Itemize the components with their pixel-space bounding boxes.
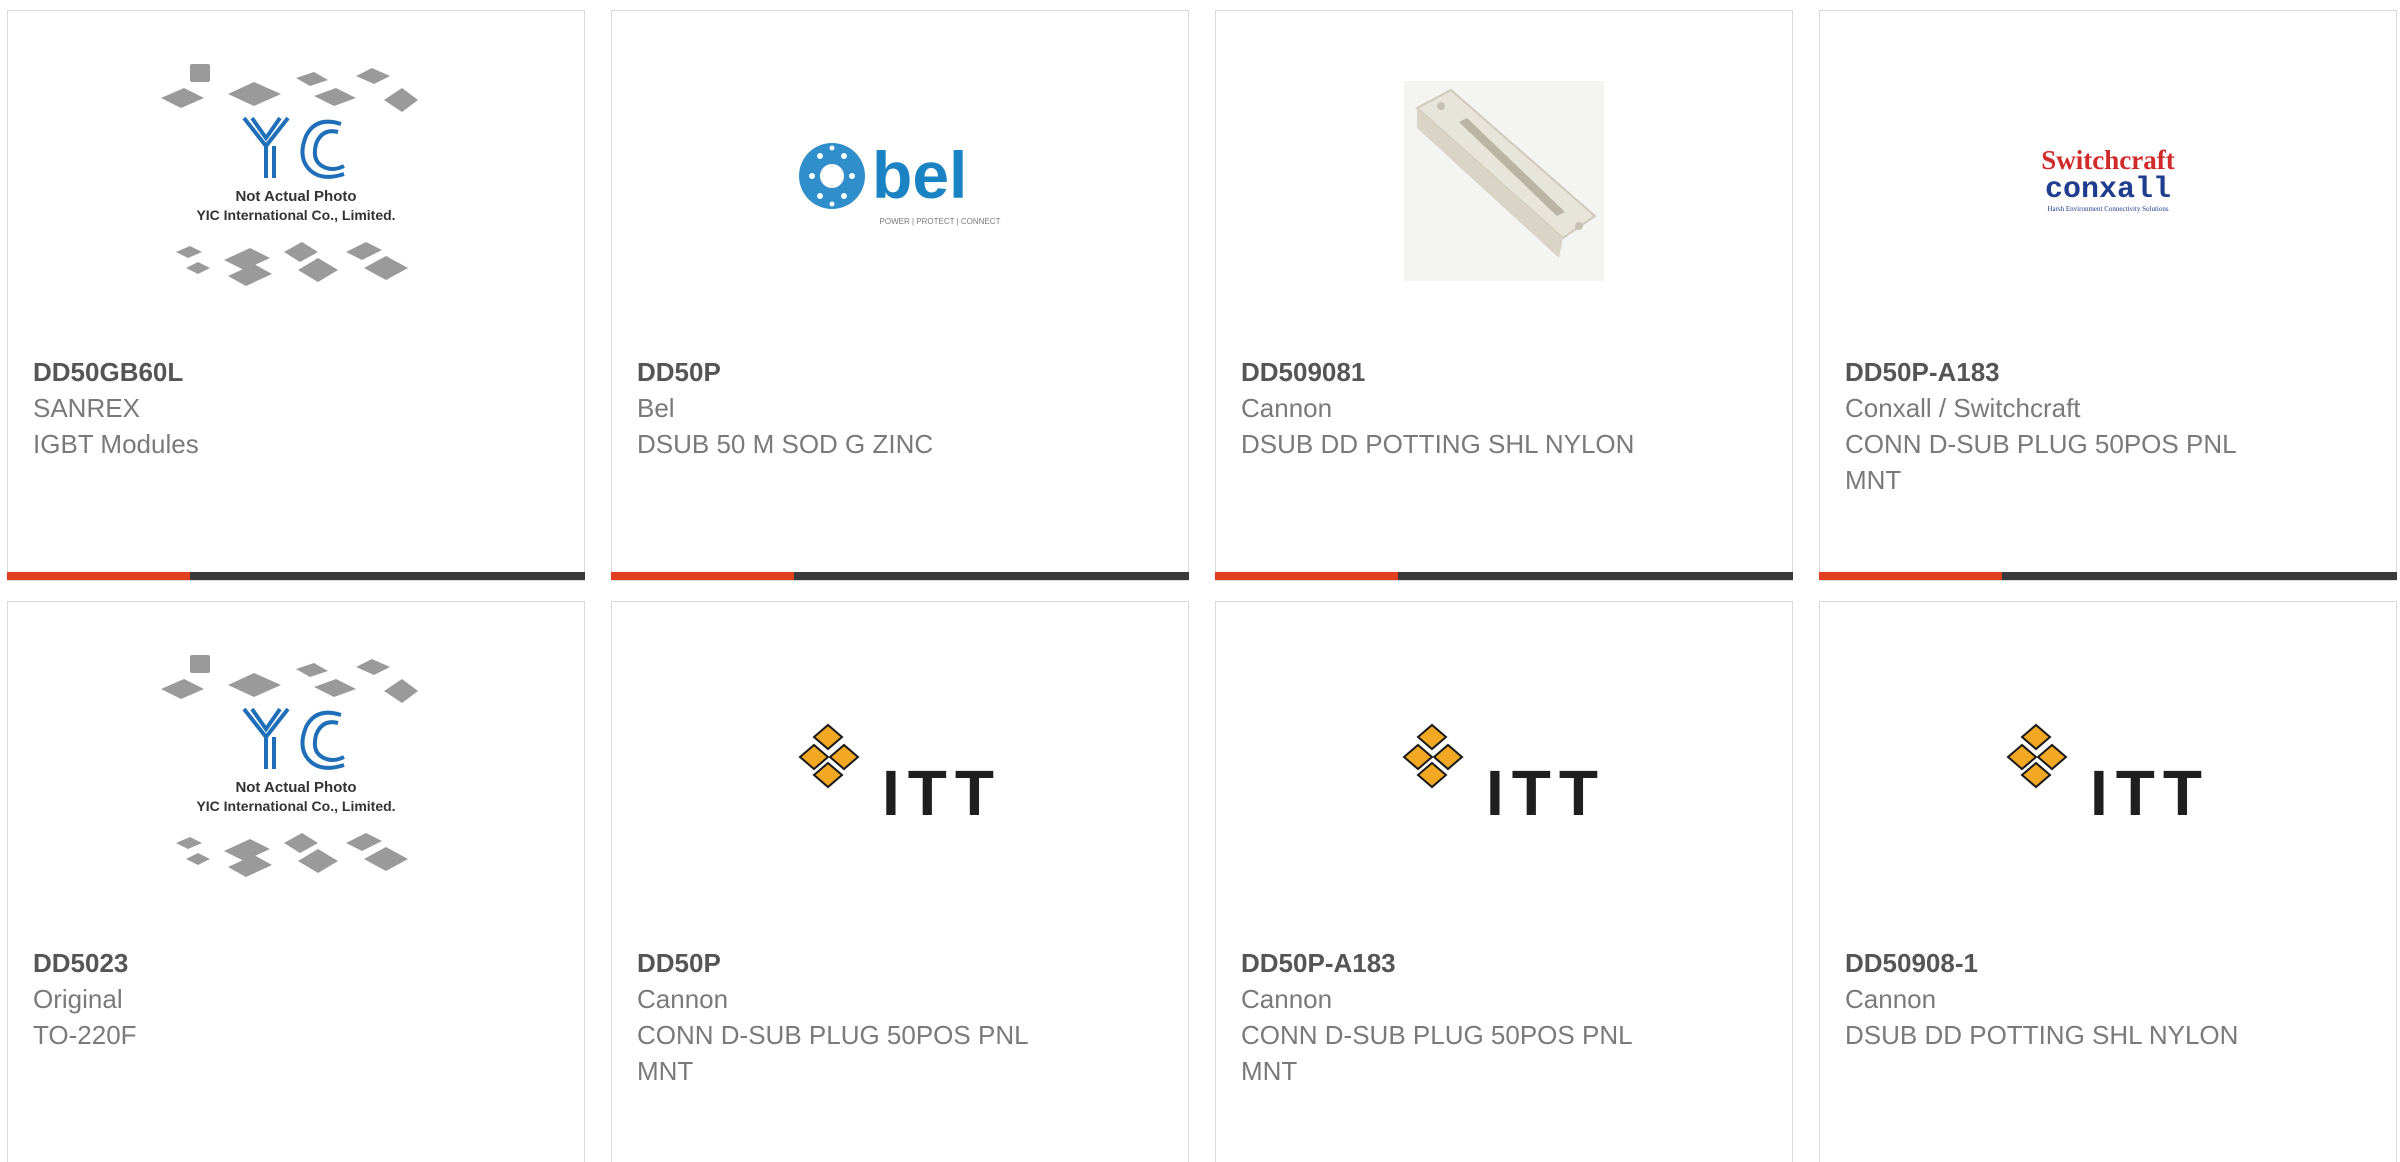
- product-image-yic-placeholder[interactable]: Not Actual Photo YIC International Co., …: [8, 11, 584, 351]
- card-bottom-bar: [1819, 572, 2397, 580]
- product-card[interactable]: ITT DD50908-1 Cannon DSUB DD POTTING SHL…: [1819, 601, 2397, 1162]
- bel-tagline: POWER | PROTECT | CONNECT: [880, 217, 1001, 226]
- product-info: DD50GB60L SANREX IGBT Modules: [33, 354, 559, 462]
- card-accent-bar: [1215, 572, 1398, 580]
- manufacturer: Bel: [637, 393, 675, 423]
- manufacturer: Conxall / Switchcraft: [1845, 393, 2081, 423]
- product-image-itt-logo[interactable]: ITT: [612, 602, 1188, 942]
- itt-logo-text: ITT: [882, 757, 1002, 827]
- product-image-potting-shell-photo[interactable]: [1216, 11, 1792, 351]
- manufacturer: Cannon: [1241, 984, 1333, 1014]
- card-accent-bar: [1819, 572, 2002, 580]
- product-card[interactable]: ITT DD50P Cannon CONN D-SUB PLUG 50POS P…: [611, 601, 1189, 1162]
- description: DSUB DD POTTING SHL NYLON: [1845, 1020, 2239, 1050]
- card-bottom-bar: [7, 572, 585, 580]
- product-image-itt-logo[interactable]: ITT: [1216, 602, 1792, 942]
- itt-logo-text: ITT: [1486, 757, 1606, 827]
- itt-logo-text: ITT: [2090, 757, 2210, 827]
- product-card[interactable]: Switchcraft conxall Harsh Environment Co…: [1819, 10, 2397, 581]
- description: CONN D-SUB PLUG 50POS PNL MNT: [1845, 429, 2236, 495]
- product-info: DD50P Cannon CONN D-SUB PLUG 50POS PNL M…: [637, 945, 1163, 1089]
- manufacturer: Original: [33, 984, 123, 1014]
- description: IGBT Modules: [33, 429, 199, 459]
- description: DSUB 50 M SOD G ZINC: [637, 429, 934, 459]
- part-number[interactable]: DD50908-1: [1845, 945, 2371, 981]
- placeholder-caption-1: Not Actual Photo: [235, 779, 356, 796]
- product-info: DD509081 Cannon DSUB DD POTTING SHL NYLO…: [1241, 354, 1767, 462]
- bel-logo-text: bel: [872, 138, 967, 212]
- product-info: DD50P-A183 Cannon CONN D-SUB PLUG 50POS …: [1241, 945, 1767, 1089]
- part-number[interactable]: DD50P-A183: [1241, 945, 1767, 981]
- product-image-switchcraft-conxall-logo[interactable]: Switchcraft conxall Harsh Environment Co…: [1820, 11, 2396, 351]
- product-image-bel-logo[interactable]: bel POWER | PROTECT | CONNECT: [612, 11, 1188, 351]
- description: DSUB DD POTTING SHL NYLON: [1241, 429, 1635, 459]
- product-card[interactable]: bel POWER | PROTECT | CONNECT DD50P Bel …: [611, 10, 1189, 581]
- description: CONN D-SUB PLUG 50POS PNL MNT: [1241, 1020, 1632, 1086]
- conxall-tagline: Harsh Environment Connectivity Solutions: [2047, 205, 2168, 213]
- product-info: DD50P-A183 Conxall / Switchcraft CONN D-…: [1845, 354, 2371, 498]
- part-number[interactable]: DD50P: [637, 354, 1163, 390]
- description: TO-220F: [33, 1020, 137, 1050]
- manufacturer: Cannon: [1845, 984, 1937, 1014]
- card-accent-bar: [611, 572, 794, 580]
- product-info: DD50908-1 Cannon DSUB DD POTTING SHL NYL…: [1845, 945, 2371, 1053]
- part-number[interactable]: DD5023: [33, 945, 559, 981]
- placeholder-caption-1: Not Actual Photo: [235, 188, 356, 205]
- manufacturer: SANREX: [33, 393, 140, 423]
- product-card[interactable]: Not Actual Photo YIC International Co., …: [7, 10, 585, 581]
- switchcraft-logo-text: Switchcraft: [2041, 145, 2174, 175]
- card-bottom-bar: [611, 572, 1189, 580]
- part-number[interactable]: DD50P: [637, 945, 1163, 981]
- product-card[interactable]: Not Actual Photo YIC International Co., …: [7, 601, 585, 1162]
- product-card[interactable]: ITT DD50P-A183 Cannon CONN D-SUB PLUG 50…: [1215, 601, 1793, 1162]
- part-number[interactable]: DD509081: [1241, 354, 1767, 390]
- conxall-logo-text: conxall: [2045, 173, 2171, 207]
- card-bottom-bar: [1215, 572, 1793, 580]
- product-info: DD50P Bel DSUB 50 M SOD G ZINC: [637, 354, 1163, 462]
- product-info: DD5023 Original TO-220F: [33, 945, 559, 1053]
- description: CONN D-SUB PLUG 50POS PNL MNT: [637, 1020, 1028, 1086]
- part-number[interactable]: DD50P-A183: [1845, 354, 2371, 390]
- manufacturer: Cannon: [637, 984, 729, 1014]
- product-image-itt-logo[interactable]: ITT: [1820, 602, 2396, 942]
- placeholder-caption-2: YIC International Co., Limited.: [196, 207, 395, 223]
- manufacturer: Cannon: [1241, 393, 1333, 423]
- product-grid: Not Actual Photo YIC International Co., …: [0, 0, 2400, 1162]
- product-card[interactable]: DD509081 Cannon DSUB DD POTTING SHL NYLO…: [1215, 10, 1793, 581]
- part-number[interactable]: DD50GB60L: [33, 354, 559, 390]
- product-image-yic-placeholder[interactable]: Not Actual Photo YIC International Co., …: [8, 602, 584, 942]
- card-accent-bar: [7, 572, 190, 580]
- placeholder-caption-2: YIC International Co., Limited.: [196, 798, 395, 814]
